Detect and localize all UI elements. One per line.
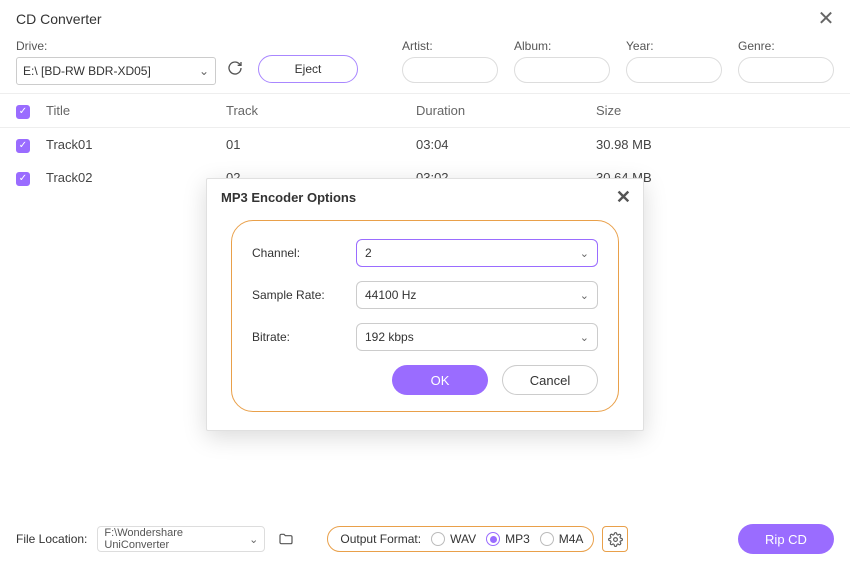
sample-rate-value: 44100 Hz xyxy=(365,288,416,302)
encoder-options-dialog: MP3 Encoder Options ✕ Channel: 2 ⌄ Sampl… xyxy=(206,178,644,431)
artist-label: Artist: xyxy=(402,39,498,53)
artist-input[interactable] xyxy=(402,57,498,83)
album-input[interactable] xyxy=(514,57,610,83)
format-wav-radio[interactable]: WAV xyxy=(431,532,476,546)
year-input[interactable] xyxy=(626,57,722,83)
ok-button[interactable]: OK xyxy=(392,365,488,395)
chevron-down-icon: ⌄ xyxy=(199,64,209,78)
col-title: Title xyxy=(46,103,226,118)
bitrate-value: 192 kbps xyxy=(365,330,414,344)
genre-label: Genre: xyxy=(738,39,834,53)
drive-select-value: E:\ [BD-RW BDR-XD05] xyxy=(23,64,151,78)
format-settings-button[interactable] xyxy=(602,526,628,552)
file-location-select[interactable]: F:\Wondershare UniConverter ⌄ xyxy=(97,526,265,552)
genre-input[interactable] xyxy=(738,57,834,83)
year-label: Year: xyxy=(626,39,722,53)
chevron-down-icon: ⌄ xyxy=(580,247,589,260)
window-title: CD Converter xyxy=(16,11,102,27)
channel-label: Channel: xyxy=(252,246,342,260)
dialog-title: MP3 Encoder Options xyxy=(221,190,356,205)
row-checkbox[interactable]: ✓ xyxy=(16,139,30,153)
output-format-group: Output Format: WAV MP3 M4A xyxy=(327,526,594,552)
cancel-button[interactable]: Cancel xyxy=(502,365,598,395)
rip-cd-button[interactable]: Rip CD xyxy=(738,524,834,554)
bitrate-label: Bitrate: xyxy=(252,330,342,344)
channel-select[interactable]: 2 ⌄ xyxy=(356,239,598,267)
cell-track: 01 xyxy=(226,137,416,152)
select-all-checkbox[interactable]: ✓ xyxy=(16,105,30,119)
open-folder-button[interactable] xyxy=(275,528,297,550)
options-frame: Channel: 2 ⌄ Sample Rate: 44100 Hz ⌄ Bit… xyxy=(231,220,619,412)
table-row[interactable]: ✓ Track01 01 03:04 30.98 MB xyxy=(0,128,850,161)
album-label: Album: xyxy=(514,39,610,53)
cell-title: Track02 xyxy=(46,170,226,185)
sample-rate-select[interactable]: 44100 Hz ⌄ xyxy=(356,281,598,309)
chevron-down-icon: ⌄ xyxy=(249,533,258,546)
sample-rate-label: Sample Rate: xyxy=(252,288,342,302)
format-mp3-radio[interactable]: MP3 xyxy=(486,532,530,546)
format-m4a-radio[interactable]: M4A xyxy=(540,532,584,546)
close-icon[interactable]: ✕ xyxy=(814,6,838,31)
output-format-label: Output Format: xyxy=(340,532,421,546)
channel-value: 2 xyxy=(365,246,372,260)
file-location-label: File Location: xyxy=(16,532,87,546)
file-location-value: F:\Wondershare UniConverter xyxy=(104,527,249,551)
refresh-icon[interactable] xyxy=(224,57,246,79)
cell-duration: 03:04 xyxy=(416,137,596,152)
col-duration: Duration xyxy=(416,103,596,118)
cell-title: Track01 xyxy=(46,137,226,152)
dialog-close-icon[interactable]: ✕ xyxy=(616,187,631,208)
chevron-down-icon: ⌄ xyxy=(580,331,589,344)
bitrate-select[interactable]: 192 kbps ⌄ xyxy=(356,323,598,351)
eject-button[interactable]: Eject xyxy=(258,55,358,83)
col-size: Size xyxy=(596,103,834,118)
cell-size: 30.98 MB xyxy=(596,137,834,152)
drive-select[interactable]: E:\ [BD-RW BDR-XD05] ⌄ xyxy=(16,57,216,85)
row-checkbox[interactable]: ✓ xyxy=(16,172,30,186)
chevron-down-icon: ⌄ xyxy=(580,289,589,302)
drive-label: Drive: xyxy=(16,39,216,53)
col-track: Track xyxy=(226,103,416,118)
